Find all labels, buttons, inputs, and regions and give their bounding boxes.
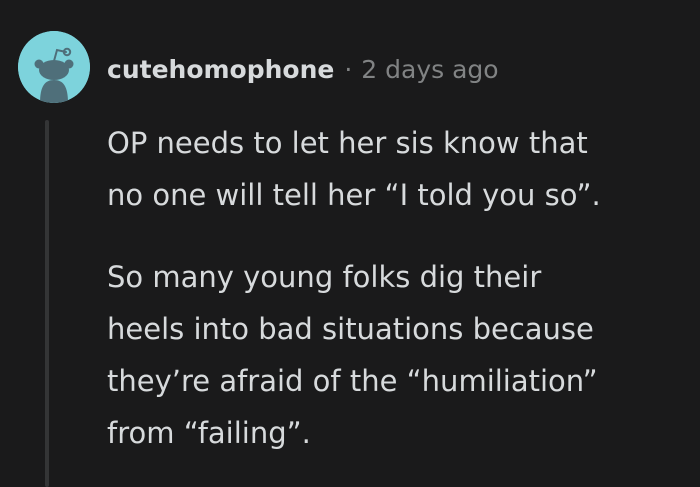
comment: cutehomophone · 2 days ago OP needs to l… (0, 0, 700, 487)
thread-collapse-line[interactable] (45, 120, 49, 487)
comment-paragraph-1: OP needs to let her sis know that no one… (107, 126, 601, 212)
username-link[interactable]: cutehomophone (107, 55, 334, 84)
timestamp[interactable]: 2 days ago (361, 55, 498, 84)
comment-body: OP needs to let her sis know that no one… (107, 117, 692, 459)
meta-separator: · (344, 54, 353, 84)
comment-header: cutehomophone · 2 days ago (107, 51, 499, 87)
user-avatar[interactable] (18, 31, 90, 103)
comment-paragraph-2: So many young folks dig their heels into… (107, 260, 598, 450)
snoo-avatar-icon (18, 31, 90, 103)
